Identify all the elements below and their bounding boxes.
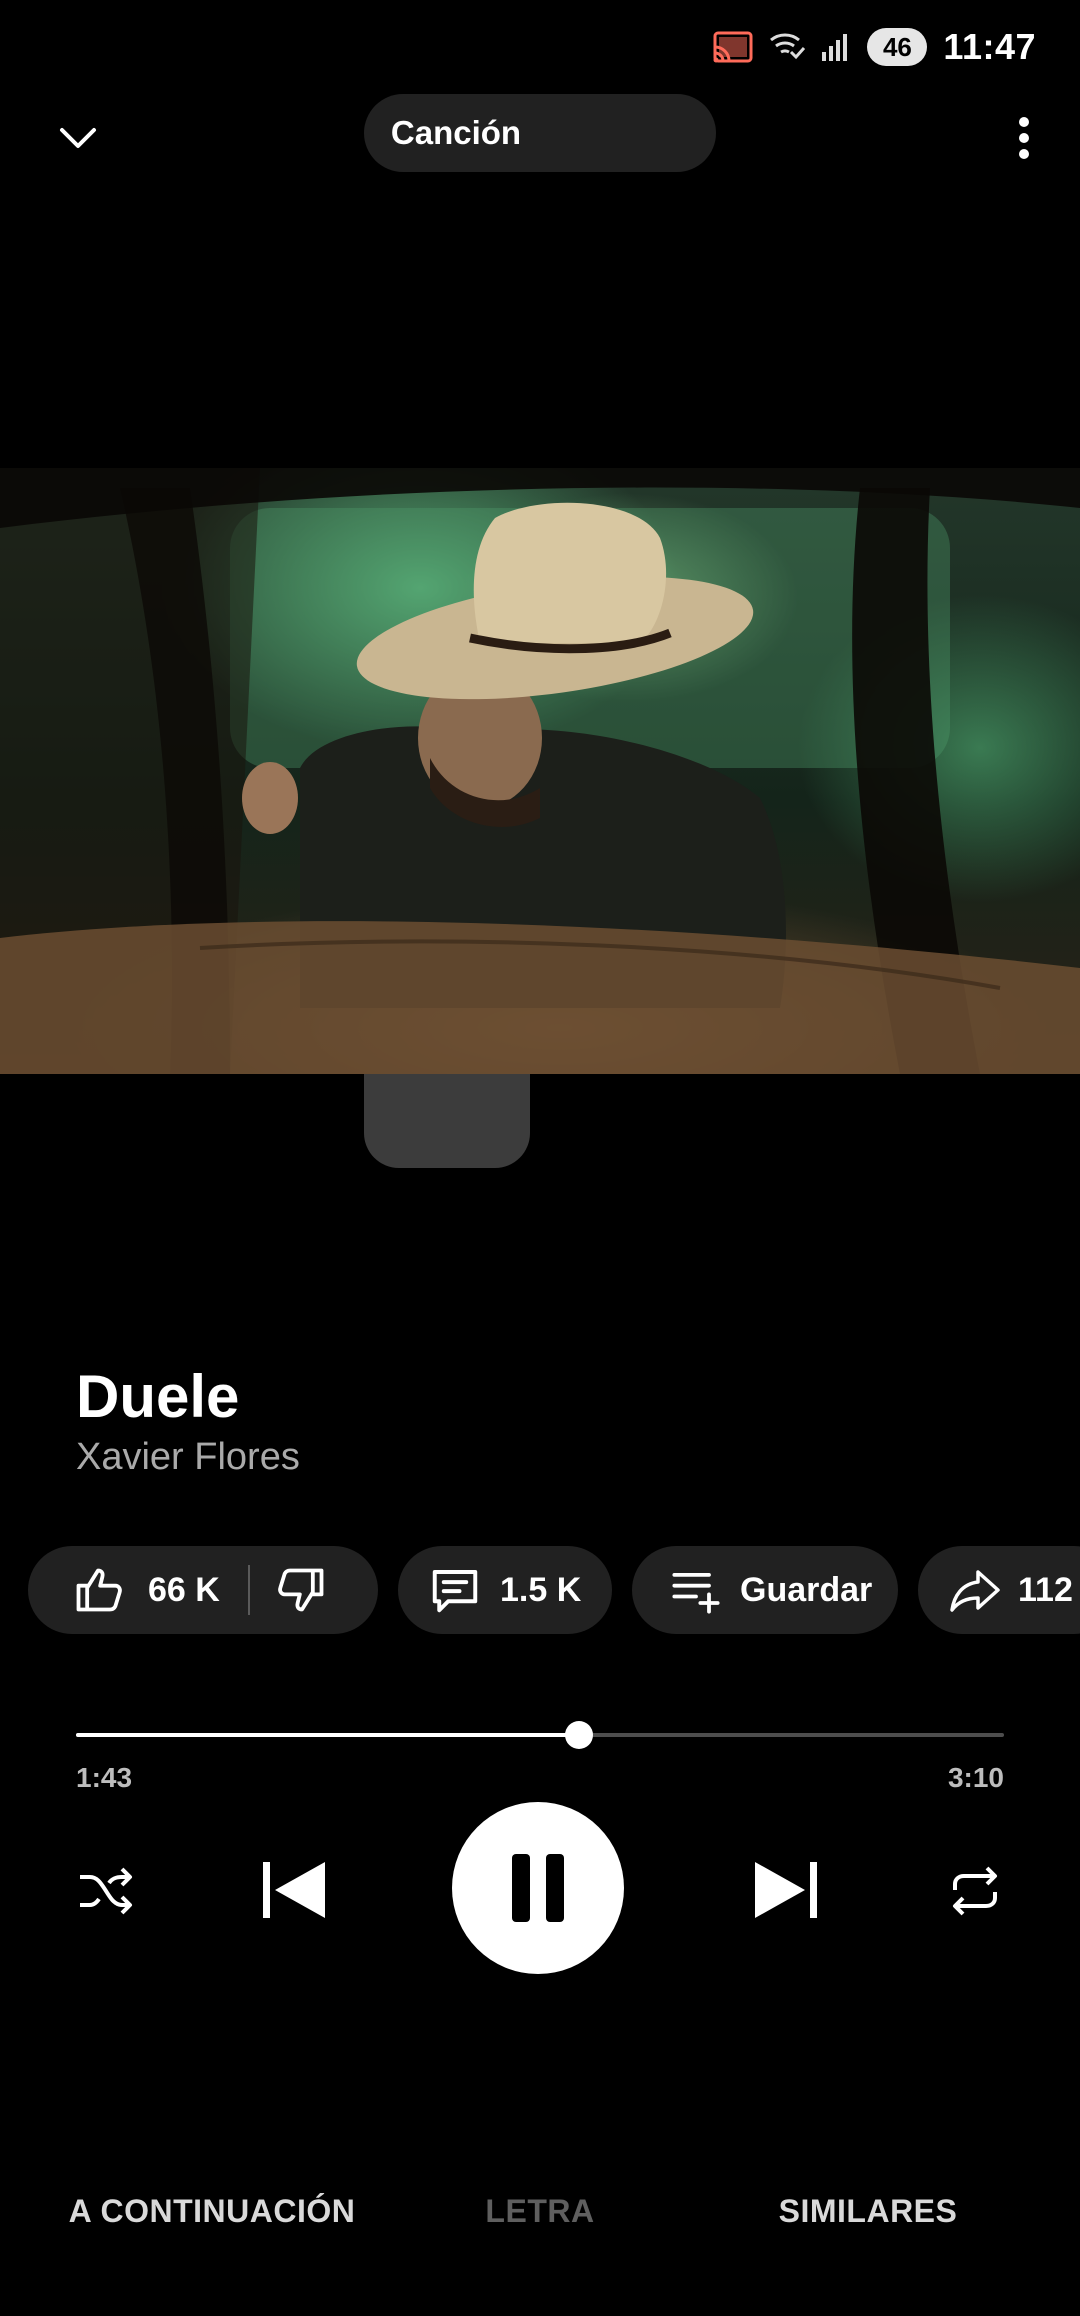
pause-icon [512,1854,564,1922]
comment-count: 1.5 K [500,1570,582,1609]
battery-indicator: 46 [867,28,928,66]
thumb-down-icon[interactable] [276,1564,328,1616]
action-chips: 66 K 1.5 K Guardar 112 [28,1546,1080,1634]
seek-bar[interactable] [76,1720,1004,1750]
chevron-down-icon [60,128,96,148]
next-button[interactable] [748,1852,824,1928]
status-bar: 46 11:47 [0,0,1080,90]
video-frame-image [0,468,1080,1074]
elapsed-time: 1:43 [76,1762,133,1793]
share-chip[interactable]: 112 K [918,1546,1080,1634]
chip-divider [247,1565,250,1615]
video-player[interactable] [0,468,1080,1074]
save-chip[interactable]: Guardar [632,1546,898,1634]
skip-previous-icon [263,1862,325,1918]
repeat-icon [953,1866,997,1916]
clock: 11:47 [943,26,1036,67]
tab-lyrics[interactable]: LETRA [440,2176,640,2246]
toggle-song[interactable]: Canción [368,98,544,168]
player-tabs: A CONTINUACIÓN LETRA SIMILARES [0,2176,1080,2246]
wifi-calling-icon [769,30,806,64]
status-icons: 46 11:47 [713,22,1036,72]
playlist-add-icon [670,1564,722,1616]
comments-chip[interactable]: 1.5 K [398,1546,612,1634]
share-icon [948,1566,1002,1614]
like-count[interactable]: 66 K [148,1571,220,1610]
seek-track[interactable] [76,1733,1004,1737]
save-label: Guardar [740,1570,873,1609]
more-vert-icon [1019,117,1029,159]
like-dislike-chip: 66 K [28,1546,378,1634]
shuffle-icon [80,1867,132,1915]
comment-icon [428,1563,482,1617]
seek-thumb[interactable] [564,1721,593,1749]
share-count: 112 K [1018,1570,1080,1609]
artist-name[interactable]: Xavier Flores [76,1436,300,1479]
player-top-bar: Canción Video [0,90,1080,1168]
skip-next-icon [755,1862,817,1918]
repeat-button[interactable] [940,1856,1010,1926]
song-title: Duele [76,1363,240,1430]
tab-related[interactable]: SIMILARES [740,2176,996,2246]
signal-icon [821,32,851,62]
previous-button[interactable] [256,1852,332,1928]
seek-progress-fill [76,1733,579,1737]
collapse-button[interactable] [48,108,108,168]
tab-up-next[interactable]: A CONTINUACIÓN [62,2176,362,2246]
song-video-toggle: Canción Video [364,94,716,1168]
thumb-up-icon[interactable] [72,1564,124,1616]
cast-icon [713,31,753,63]
shuffle-button[interactable] [70,1856,140,1926]
total-time: 3:10 [947,1762,1004,1793]
more-options-button[interactable] [994,108,1054,168]
play-pause-button[interactable] [452,1802,624,1974]
